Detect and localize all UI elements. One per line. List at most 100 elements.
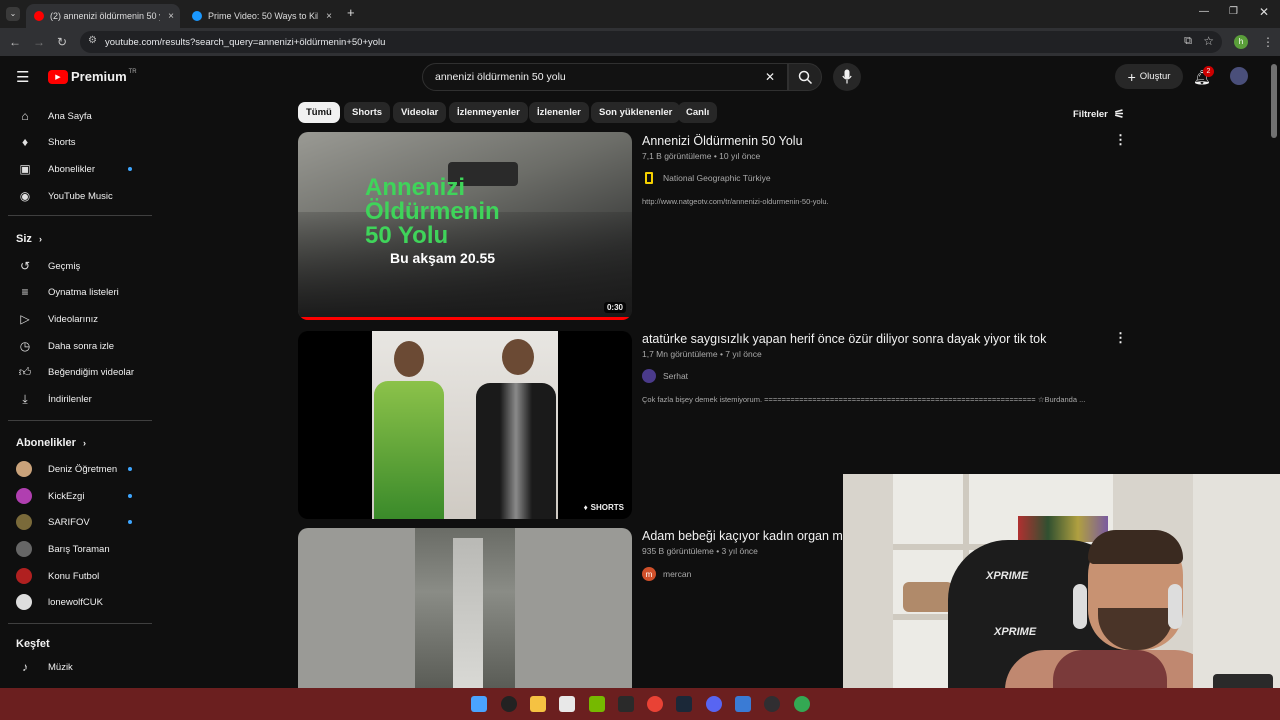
page-scrollbar-thumb[interactable] — [1271, 64, 1277, 138]
epic-games-icon[interactable] — [618, 696, 634, 712]
sidebar-sub-channel[interactable]: Konu Futbol — [8, 563, 152, 589]
sidebar-item-label: Ana Sayfa — [48, 110, 92, 122]
section-title: Siz — [16, 233, 32, 245]
subscriptions-icon: ▣ — [19, 162, 31, 176]
more-options-icon[interactable]: ⋮ — [1114, 132, 1127, 148]
video-thumbnail[interactable]: Annenizi Öldürmenin 50 Yolu Bu akşam 20.… — [298, 132, 632, 320]
chrome-profile-icon[interactable] — [794, 696, 810, 712]
voice-search-button[interactable] — [833, 63, 861, 91]
streamer-hair — [1088, 530, 1183, 564]
window-close-icon[interactable]: ✕ — [1259, 5, 1269, 19]
video-title[interactable]: Adam bebeği kaçıyor kadın organ maf — [642, 529, 842, 543]
bookmark-star-icon[interactable]: ☆ — [1203, 34, 1214, 48]
microphone-icon — [842, 69, 852, 84]
channel-link[interactable]: m mercan — [642, 567, 691, 581]
steam-icon[interactable] — [676, 696, 692, 712]
new-content-dot — [128, 467, 132, 471]
search-input[interactable]: annenizi öldürmenin 50 yolu ✕ — [422, 63, 788, 91]
video-icon: ▷ — [20, 312, 30, 326]
video-title[interactable]: atatürke saygısızlık yapan herif önce öz… — [642, 332, 1046, 346]
sidebar-item-downloads[interactable]: ⤓ İndirilenler — [8, 386, 152, 412]
sidebar-sub-channel[interactable]: SARIFOV — [8, 509, 152, 535]
sidebar-item-your-videos[interactable]: ▷ Videolarınız — [8, 306, 152, 332]
address-bar[interactable]: ⚙ youtube.com/results?search_query=annen… — [80, 31, 1222, 53]
restore-icon[interactable]: ❐ — [1229, 6, 1238, 17]
channel-link[interactable]: National Geographic Türkiye — [642, 172, 771, 184]
speedometer-app-icon[interactable] — [501, 696, 517, 712]
section-header-subscriptions[interactable]: Abonelikler › — [16, 437, 86, 449]
sidebar-item-label: KickEzgi — [48, 490, 85, 502]
sidebar-item-playlists[interactable]: ≡ Oynatma listeleri — [8, 279, 152, 305]
back-icon[interactable]: ← — [9, 35, 21, 49]
store-app-icon[interactable] — [559, 696, 575, 712]
sidebar-item-subscriptions[interactable]: ▣ Abonelikler — [8, 156, 152, 182]
sidebar-item-watch-later[interactable]: ◷ Daha sonra izle — [8, 333, 152, 359]
close-icon[interactable]: × — [168, 11, 174, 22]
new-tab-button[interactable]: + — [347, 5, 355, 20]
account-avatar[interactable] — [1230, 67, 1248, 85]
chair-logo: XPRIME — [994, 626, 1037, 638]
video-meta: 1,7 Mn görüntüleme • 7 yıl önce — [642, 349, 762, 359]
sidebar-item-shorts[interactable]: ♦ Shorts — [8, 129, 152, 155]
sidebar-item-label: Videolarınız — [48, 313, 98, 325]
discord-icon[interactable] — [706, 696, 722, 712]
sidebar-item-label: Barış Toraman — [48, 543, 110, 555]
menu-kebab-icon[interactable]: ⋮ — [1262, 35, 1274, 49]
close-icon[interactable]: × — [326, 11, 332, 22]
vpn-app-icon[interactable] — [735, 696, 751, 712]
windows-start-icon[interactable] — [471, 696, 487, 712]
chip-all[interactable]: Tümü — [298, 102, 340, 123]
sidebar-item-home[interactable]: ⌂ Ana Sayfa — [8, 103, 152, 129]
video-meta: 7,1 B görüntüleme • 10 yıl önce — [642, 151, 761, 161]
sidebar-item-label: Geçmiş — [48, 260, 81, 272]
minimize-icon[interactable]: — — [1199, 6, 1209, 17]
sidebar-item-youtube-music[interactable]: ◉ YouTube Music — [8, 183, 152, 209]
sidebar-sub-channel[interactable]: Barış Toraman — [8, 536, 152, 562]
sidebar-sub-channel[interactable]: lonewolfCUK — [8, 589, 152, 615]
sidebar-item-music[interactable]: ♪ Müzik — [8, 654, 152, 680]
filters-button[interactable]: Filtreler ⚟ — [1073, 107, 1125, 121]
tab-search-button[interactable]: ⌄ — [6, 7, 20, 21]
playlist-icon: ≡ — [21, 285, 29, 299]
sidebar-item-history[interactable]: ↺ Geçmiş — [8, 253, 152, 279]
section-title: Abonelikler — [16, 437, 76, 449]
chip-unwatched[interactable]: İzlenmeyenler — [449, 102, 528, 123]
search-button[interactable] — [788, 63, 822, 91]
sidebar-item-liked-videos[interactable]: 👍︎ Beğendiğim videolar — [8, 359, 152, 385]
video-thumbnail[interactable] — [298, 528, 632, 688]
install-icon[interactable]: ⧉ — [1184, 35, 1192, 48]
sidebar-sub-channel[interactable]: Deniz Öğretmen — [8, 456, 152, 482]
obs-icon[interactable] — [764, 696, 780, 712]
sidebar-sub-channel[interactable]: KickEzgi — [8, 483, 152, 509]
more-options-icon[interactable]: ⋮ — [1114, 330, 1127, 346]
tab-title: (2) annenizi öldürmenin 50 yolu — [50, 11, 160, 21]
nvidia-app-icon[interactable] — [589, 696, 605, 712]
site-info-icon[interactable]: ⚙ — [88, 35, 97, 46]
file-explorer-icon[interactable] — [530, 696, 546, 712]
youtube-logo[interactable]: ▶ Premium TR — [48, 69, 137, 84]
video-title[interactable]: Annenizi Öldürmenin 50 Yolu — [642, 134, 803, 148]
create-button[interactable]: + Oluştur — [1115, 64, 1183, 89]
chip-shorts[interactable]: Shorts — [344, 102, 391, 123]
channel-link[interactable]: Serhat — [642, 369, 688, 383]
url-text: youtube.com/results?search_query=anneniz… — [105, 36, 386, 48]
tab-prime-video[interactable]: Prime Video: 50 Ways to Kill Yo × — [184, 4, 338, 28]
video-thumbnail[interactable]: ♦ SHORTS — [298, 331, 632, 519]
section-header-you[interactable]: Siz › — [16, 233, 42, 245]
search-icon — [798, 70, 813, 85]
channel-avatar — [16, 488, 32, 504]
profile-avatar[interactable]: h — [1234, 35, 1248, 49]
taskbar — [0, 688, 1280, 720]
clear-search-icon[interactable]: ✕ — [765, 70, 775, 84]
chrome-icon[interactable] — [647, 696, 663, 712]
forward-icon[interactable]: → — [33, 35, 45, 49]
chip-recently-uploaded[interactable]: Son yüklenenler — [591, 102, 681, 123]
hamburger-menu-icon[interactable]: ☰ — [16, 68, 29, 86]
chip-live[interactable]: Canlı — [678, 102, 718, 123]
reload-icon[interactable]: ↻ — [57, 35, 67, 49]
chip-watched[interactable]: İzlenenler — [529, 102, 589, 123]
thumbnail-road — [453, 538, 483, 688]
filter-sliders-icon: ⚟ — [1113, 107, 1125, 121]
tab-youtube[interactable]: (2) annenizi öldürmenin 50 yolu × — [26, 4, 180, 28]
chip-videos[interactable]: Videolar — [393, 102, 447, 123]
